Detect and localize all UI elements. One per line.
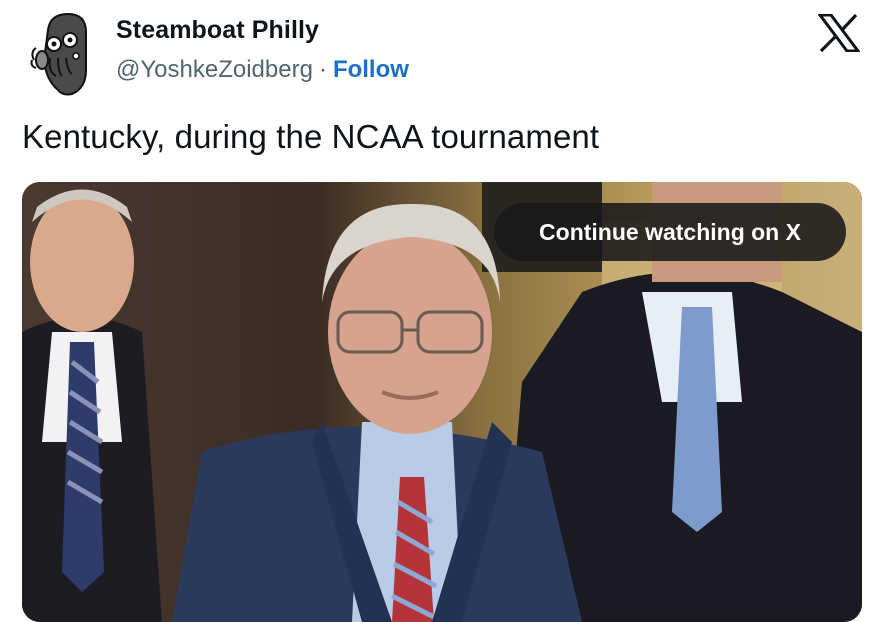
- separator-dot: ·: [318, 56, 327, 83]
- zoidberg-avatar-icon: [30, 12, 87, 96]
- author-avatar[interactable]: [28, 10, 100, 96]
- x-logo-icon[interactable]: [817, 13, 861, 53]
- video-player[interactable]: Continue watching on X: [22, 182, 862, 622]
- follow-button[interactable]: Follow: [333, 56, 409, 83]
- author-handle[interactable]: @YoshkeZoidberg: [116, 56, 313, 83]
- tweet-header: Steamboat Philly @YoshkeZoidberg · Follow: [0, 0, 884, 110]
- tweet-text: Kentucky, during the NCAA tournament: [22, 118, 600, 155]
- author-display-name[interactable]: Steamboat Philly: [116, 16, 319, 45]
- author-handle-row: @YoshkeZoidberg · Follow: [116, 56, 409, 84]
- continue-watching-button[interactable]: Continue watching on X: [494, 203, 846, 261]
